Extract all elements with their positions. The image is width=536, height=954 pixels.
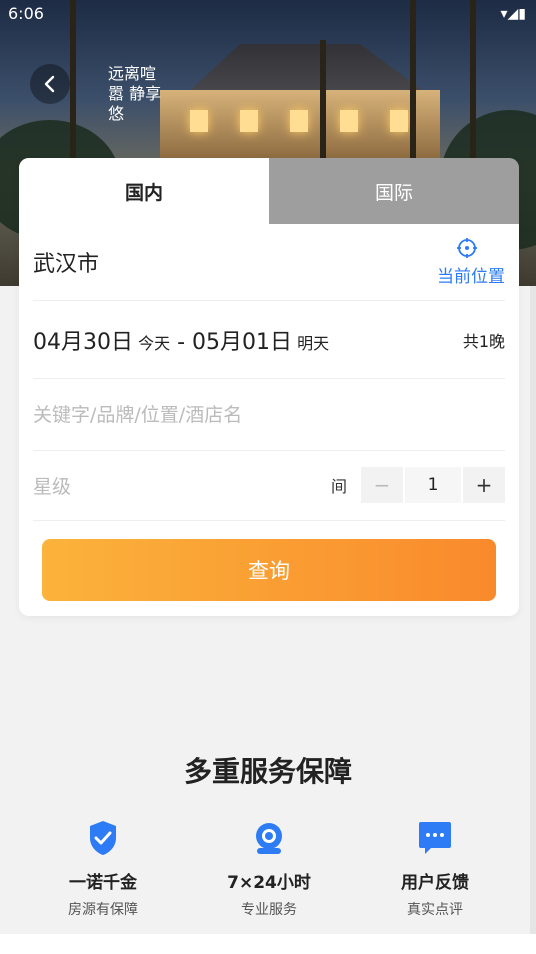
service-title: 用户反馈 — [401, 873, 469, 893]
keyword-field[interactable]: 关键字/品牌/位置/酒店名 — [33, 378, 505, 451]
hotel-search-card: 国内 国际 武汉市 当前位置 04月30日 今天 - 05月01日 明天 共1晚… — [19, 158, 519, 616]
current-location-button[interactable]: 当前位置 — [425, 236, 505, 287]
service-subtitle: 真实点评 — [407, 902, 463, 918]
tab-domestic[interactable]: 国内 — [19, 158, 269, 224]
nights-count: 共1晚 — [462, 332, 505, 351]
headset-support-icon — [256, 823, 282, 854]
room-label: 间 — [331, 477, 348, 496]
shield-check-icon — [90, 821, 116, 855]
hotel-window — [290, 110, 308, 132]
room-count-stepper: − 1 + — [361, 467, 505, 503]
search-button[interactable]: 查询 — [42, 539, 496, 601]
hero-calligraphy: 远离喧嚣 静享悠 — [108, 64, 162, 123]
locate-crosshair-icon — [457, 238, 477, 258]
checkin-date: 04月30日 — [33, 330, 133, 355]
checkin-tag: 今天 — [138, 334, 171, 353]
hotel-window — [190, 110, 208, 132]
service-subtitle: 专业服务 — [241, 902, 297, 918]
date-range[interactable]: 04月30日 今天 - 05月01日 明天 — [33, 324, 329, 356]
keyword-placeholder: 关键字/品牌/位置/酒店名 — [33, 404, 243, 426]
scrollbar[interactable] — [530, 286, 536, 934]
star-rating-field[interactable]: 星级 — [33, 472, 71, 499]
back-button[interactable] — [30, 64, 70, 104]
service-item: 7×24小时 专业服务 — [189, 820, 349, 919]
city-name[interactable]: 武汉市 — [33, 246, 99, 278]
hotel-window — [240, 110, 258, 132]
service-title: 一诺千金 — [69, 873, 137, 893]
service-title: 7×24小时 — [227, 873, 311, 893]
city-row[interactable]: 武汉市 当前位置 — [33, 224, 505, 301]
service-subtitle: 房源有保障 — [68, 902, 138, 918]
hotel-window — [340, 110, 358, 132]
service-item: 用户反馈 真实点评 — [355, 820, 515, 919]
services-title: 多重服务保障 — [183, 755, 352, 788]
tab-bar: 国内 国际 — [19, 158, 519, 224]
room-count-value: 1 — [405, 467, 461, 503]
star-room-row: 星级 间 − 1 + — [33, 450, 505, 521]
checkout-tag: 明天 — [297, 334, 330, 353]
palm-trunk — [410, 0, 416, 180]
status-time: 6:06 — [8, 4, 44, 23]
chevron-left-icon — [44, 75, 55, 93]
bottom-bar — [0, 934, 536, 954]
palm-trunk — [320, 40, 326, 170]
services-list: 一诺千金 房源有保障 7×24小时 专业服务 用户反馈 真实点评 — [0, 820, 536, 930]
date-separator: - — [170, 330, 193, 355]
hotel-window — [390, 110, 408, 132]
room-decrement-button[interactable]: − — [361, 467, 403, 503]
status-icons: ▾◢▮ — [500, 6, 527, 22]
current-location-label: 当前位置 — [437, 267, 505, 287]
service-item: 一诺千金 房源有保障 — [23, 820, 183, 919]
checkout-date: 05月01日 — [192, 330, 293, 355]
tab-international[interactable]: 国际 — [269, 158, 519, 224]
room-increment-button[interactable]: + — [463, 467, 505, 503]
date-row[interactable]: 04月30日 今天 - 05月01日 明天 共1晚 — [33, 300, 505, 379]
chat-bubble-icon — [419, 822, 451, 854]
